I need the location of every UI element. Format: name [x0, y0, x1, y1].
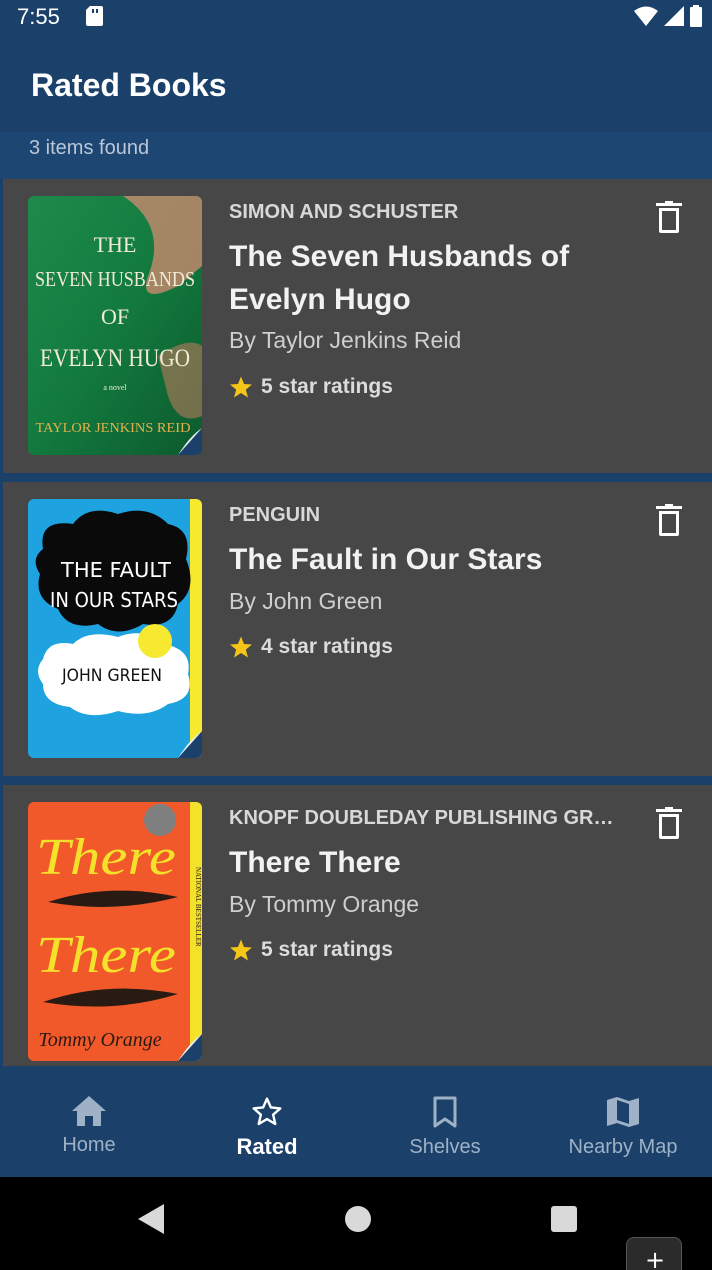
cover-title-line: EVELYN HUGO — [40, 345, 190, 372]
status-bar: 7:55 — [0, 0, 712, 34]
star-icon — [230, 636, 252, 658]
book-cover-image: There There Tommy Orange NATIONAL BESTSE… — [28, 802, 202, 1061]
book-cover-image: THE SEVEN HUSBANDS OF EVELYN HUGO a nove… — [28, 196, 202, 455]
nav-label: Shelves — [409, 1136, 481, 1158]
book-rating: 4 star ratings — [229, 635, 393, 659]
cover-title-line: IN OUR STARS — [50, 588, 178, 612]
back-icon[interactable] — [138, 1204, 166, 1234]
cover-author: JOHN GREEN — [61, 666, 162, 686]
star-icon — [230, 376, 252, 398]
nav-label: Rated — [236, 1134, 298, 1159]
rating-label: 4 star ratings — [261, 635, 393, 658]
bottom-navigation: Home Rated Shelves Nearby Map — [0, 1066, 712, 1177]
star-icon — [230, 939, 252, 961]
book-title: The Seven Husbands of Evelyn Hugo — [229, 240, 570, 316]
cover-title-line: THE — [94, 232, 137, 257]
home-circle-icon[interactable] — [345, 1206, 371, 1232]
nav-item-shelves[interactable]: Shelves — [356, 1066, 534, 1177]
status-time: 7:55 — [17, 4, 60, 29]
plus-icon: + — [645, 1246, 666, 1270]
cover-tagline: a novel — [103, 383, 127, 392]
battery-icon — [690, 5, 702, 27]
results-count-bar: 3 items found — [0, 132, 712, 179]
book-rating: 5 star ratings — [229, 938, 393, 962]
app-bar: Rated Books — [0, 34, 712, 132]
book-author: By John Green — [229, 588, 383, 614]
cover-title-line: SEVEN HUSBANDS — [35, 267, 195, 291]
cover-title-line: OF — [101, 304, 129, 329]
book-author: By Tommy Orange — [229, 891, 420, 917]
book-card[interactable]: THE FAULT IN OUR STARS JOHN GREEN PENGUI… — [3, 482, 712, 776]
nav-item-rated[interactable]: Rated — [178, 1066, 356, 1177]
status-icons — [634, 5, 702, 27]
book-title: There There — [229, 846, 401, 879]
book-publisher: KNOPF DOUBLEDAY PUBLISHING GROUP — [229, 807, 617, 829]
nav-item-nearby-map[interactable]: Nearby Map — [534, 1066, 712, 1177]
nav-label: Home — [62, 1134, 116, 1156]
book-publisher: SIMON AND SCHUSTER — [229, 201, 459, 223]
sd-card-icon — [86, 6, 103, 26]
wifi-icon — [634, 6, 658, 26]
cover-side-text: NATIONAL BESTSELLER — [194, 867, 202, 947]
map-icon — [607, 1097, 639, 1127]
bookmark-icon — [433, 1096, 457, 1128]
cover-title-line: THE FAULT — [60, 558, 172, 582]
trash-icon[interactable] — [656, 504, 682, 536]
book-list: THE SEVEN HUSBANDS OF EVELYN HUGO a nove… — [0, 179, 712, 1066]
results-count: 3 items found — [29, 137, 150, 159]
page-title: Rated Books — [31, 67, 227, 103]
cover-author: TAYLOR JENKINS REID — [36, 421, 191, 436]
cover-title-line: There — [36, 927, 176, 984]
add-button[interactable]: + — [626, 1237, 682, 1270]
recents-square-icon[interactable] — [551, 1206, 577, 1232]
book-title: The Fault in Our Stars — [229, 543, 543, 576]
book-card[interactable]: THE SEVEN HUSBANDS OF EVELYN HUGO a nove… — [3, 179, 712, 473]
book-publisher: PENGUIN — [229, 504, 321, 526]
book-rating: 5 star ratings — [229, 375, 393, 399]
cover-title-line: There — [36, 829, 176, 886]
home-icon — [72, 1096, 106, 1126]
rating-label: 5 star ratings — [261, 938, 393, 961]
system-navigation-bar — [0, 1177, 712, 1270]
signal-icon — [664, 6, 684, 26]
trash-icon[interactable] — [656, 201, 682, 233]
nav-item-home[interactable]: Home — [0, 1066, 178, 1177]
trash-icon[interactable] — [656, 807, 682, 839]
rating-label: 5 star ratings — [261, 375, 393, 398]
star-outline-icon — [252, 1097, 282, 1126]
nav-label: Nearby Map — [568, 1136, 678, 1158]
cover-author: Tommy Orange — [38, 1029, 161, 1051]
book-cover-image: THE FAULT IN OUR STARS JOHN GREEN — [28, 499, 202, 758]
book-card[interactable]: There There Tommy Orange NATIONAL BESTSE… — [3, 785, 712, 1066]
book-author: By Taylor Jenkins Reid — [229, 327, 462, 353]
